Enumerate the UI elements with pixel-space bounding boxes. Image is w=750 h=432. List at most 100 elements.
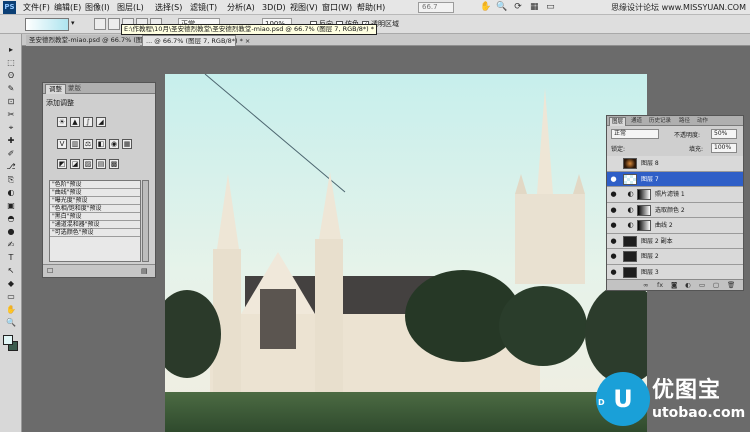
layer-style-icon[interactable]: fx — [657, 281, 663, 289]
crop-tool-icon[interactable]: ⊡ — [4, 96, 18, 107]
arrange-icon[interactable]: ▦ — [529, 1, 540, 13]
layer-opacity-field[interactable]: 50% — [711, 129, 737, 139]
linear-gradient-button[interactable] — [94, 18, 106, 30]
posterize-icon[interactable]: ◪ — [70, 159, 80, 169]
list-item[interactable]: "曲线"预设 — [50, 189, 140, 197]
clip-icon[interactable]: ☐ — [47, 267, 53, 275]
canvas-image[interactable] — [165, 74, 647, 432]
shape-tool-icon[interactable]: ◆ — [4, 278, 18, 289]
visibility-eye-icon[interactable] — [609, 159, 618, 168]
layer-row[interactable]: ● 图层 2 — [607, 249, 743, 265]
lasso-tool-icon[interactable]: ʘ — [4, 70, 18, 81]
foreground-color-swatch[interactable] — [3, 335, 13, 345]
tab-adjustments[interactable]: 调整 — [45, 84, 66, 94]
list-item[interactable]: "可选颜色"预设 — [50, 229, 140, 237]
hand-icon[interactable]: ✋ — [480, 1, 491, 13]
channel-mixer-icon[interactable]: ▦ — [122, 139, 132, 149]
menu-layer[interactable]: 图层(L) — [117, 2, 144, 13]
list-item[interactable]: "通道混和器"预设 — [50, 221, 140, 229]
hand-tool-icon[interactable]: ✋ — [4, 304, 18, 315]
menu-filter[interactable]: 滤镜(T) — [190, 2, 217, 13]
preset-scrollbar[interactable] — [142, 180, 149, 262]
threshold-icon[interactable]: ▨ — [83, 159, 93, 169]
visibility-eye-icon[interactable]: ● — [609, 175, 618, 184]
invert-icon[interactable]: ◩ — [57, 159, 67, 169]
menu-window[interactable]: 窗口(W) — [322, 2, 352, 13]
new-layer-icon[interactable]: ▢ — [713, 281, 719, 289]
visibility-eye-icon[interactable]: ● — [609, 190, 618, 199]
pen-tool-icon[interactable]: ✍ — [4, 239, 18, 250]
menu-image[interactable]: 图像(I) — [85, 2, 110, 13]
menu-analysis[interactable]: 分析(A) — [227, 2, 255, 13]
healing-tool-icon[interactable]: ✚ — [4, 135, 18, 146]
menu-edit[interactable]: 编辑(E) — [54, 2, 81, 13]
new-adjustment-icon[interactable]: ◐ — [685, 281, 691, 289]
brightness-icon[interactable]: ☀ — [57, 117, 67, 127]
blur-tool-icon[interactable]: ◓ — [4, 213, 18, 224]
3d-tool-icon[interactable]: ▭ — [4, 291, 18, 302]
tab-actions[interactable]: 动作 — [695, 117, 710, 126]
color-balance-icon[interactable]: ⚖ — [83, 139, 93, 149]
menu-select[interactable]: 选择(S) — [155, 2, 182, 13]
menu-view[interactable]: 视图(V) — [290, 2, 318, 13]
visibility-eye-icon[interactable]: ● — [609, 268, 618, 277]
vibrance-icon[interactable]: V — [57, 139, 67, 149]
tab-masks[interactable]: 蒙版 — [65, 84, 84, 94]
tab-history[interactable]: 历史记录 — [647, 117, 673, 126]
layer-row-selected[interactable]: ● 图层 7 — [607, 171, 743, 187]
menu-3d[interactable]: 3D(D) — [262, 2, 286, 13]
menu-help[interactable]: 帮助(H) — [357, 2, 385, 13]
tab-layers[interactable]: 图层 — [609, 117, 627, 126]
blend-mode-select[interactable]: 正常 — [611, 129, 659, 139]
exposure-icon[interactable]: ◢ — [96, 117, 106, 127]
eyedropper-tool-icon[interactable]: ⌖ — [4, 122, 18, 133]
rotate-icon[interactable]: ⟳ — [512, 1, 523, 13]
screen-mode-icon[interactable]: ▭ — [545, 1, 556, 13]
delete-layer-icon[interactable]: 🗑 — [727, 281, 735, 289]
layer-row[interactable]: ● ◐ 曲线 2 — [607, 218, 743, 234]
document-tab-active[interactable]: ... @ 66.7% (图层 7, RGB/8*) * × — [142, 35, 250, 46]
zoom-icon[interactable]: 🔍 — [496, 1, 507, 13]
eraser-tool-icon[interactable]: ◐ — [4, 187, 18, 198]
layer-row[interactable]: ● ◐ 照片滤镜 1 — [607, 187, 743, 203]
link-layers-icon[interactable]: ∞ — [643, 281, 648, 289]
dodge-tool-icon[interactable]: ● — [4, 226, 18, 237]
hue-saturation-icon[interactable]: ▥ — [70, 139, 80, 149]
tab-channels[interactable]: 通道 — [629, 117, 644, 126]
menu-file[interactable]: 文件(F) — [23, 2, 50, 13]
move-tool-icon[interactable]: ▸ — [4, 44, 18, 55]
visibility-eye-icon[interactable]: ● — [609, 237, 618, 246]
type-tool-icon[interactable]: T — [4, 252, 18, 263]
layer-row[interactable]: ● 图层 3 — [607, 264, 743, 280]
layer-fill-field[interactable]: 100% — [711, 143, 737, 153]
tab-paths[interactable]: 路径 — [677, 117, 692, 126]
gradient-swatch[interactable] — [25, 18, 69, 31]
gradient-tool-icon[interactable]: ▣ — [4, 200, 18, 211]
layer-row[interactable]: ● ◐ 选取颜色 2 — [607, 202, 743, 218]
add-mask-icon[interactable]: ◙ — [671, 281, 677, 289]
levels-icon[interactable]: ▲ — [70, 117, 80, 127]
radial-gradient-button[interactable] — [108, 18, 120, 30]
gradient-map-icon[interactable]: ▤ — [96, 159, 106, 169]
list-item[interactable]: "色阶"预设 — [50, 181, 140, 189]
panel-menu-icon[interactable]: ▤ — [141, 267, 148, 275]
layer-row[interactable]: 图层 8 — [607, 156, 743, 172]
brush-tool-icon[interactable]: ✐ — [4, 148, 18, 159]
list-item[interactable]: "黑白"预设 — [50, 213, 140, 221]
quick-select-tool-icon[interactable]: ✎ — [4, 83, 18, 94]
black-white-icon[interactable]: ◧ — [96, 139, 106, 149]
chevron-down-icon[interactable]: ▾ — [71, 19, 75, 27]
visibility-eye-icon[interactable]: ● — [609, 221, 618, 230]
visibility-eye-icon[interactable]: ● — [609, 252, 618, 261]
clone-stamp-tool-icon[interactable]: ⎇ — [4, 161, 18, 172]
list-item[interactable]: "曝光度"预设 — [50, 197, 140, 205]
path-select-tool-icon[interactable]: ↖ — [4, 265, 18, 276]
zoom-level-field[interactable]: 66.7 — [418, 2, 454, 13]
photo-filter-icon[interactable]: ◉ — [109, 139, 119, 149]
visibility-eye-icon[interactable]: ● — [609, 206, 618, 215]
history-brush-tool-icon[interactable]: ⎘ — [4, 174, 18, 185]
new-group-icon[interactable]: ▭ — [699, 281, 705, 289]
curves-icon[interactable]: ∫ — [83, 117, 93, 127]
layer-row[interactable]: ● 图层 2 副本 — [607, 233, 743, 249]
slice-tool-icon[interactable]: ✂ — [4, 109, 18, 120]
